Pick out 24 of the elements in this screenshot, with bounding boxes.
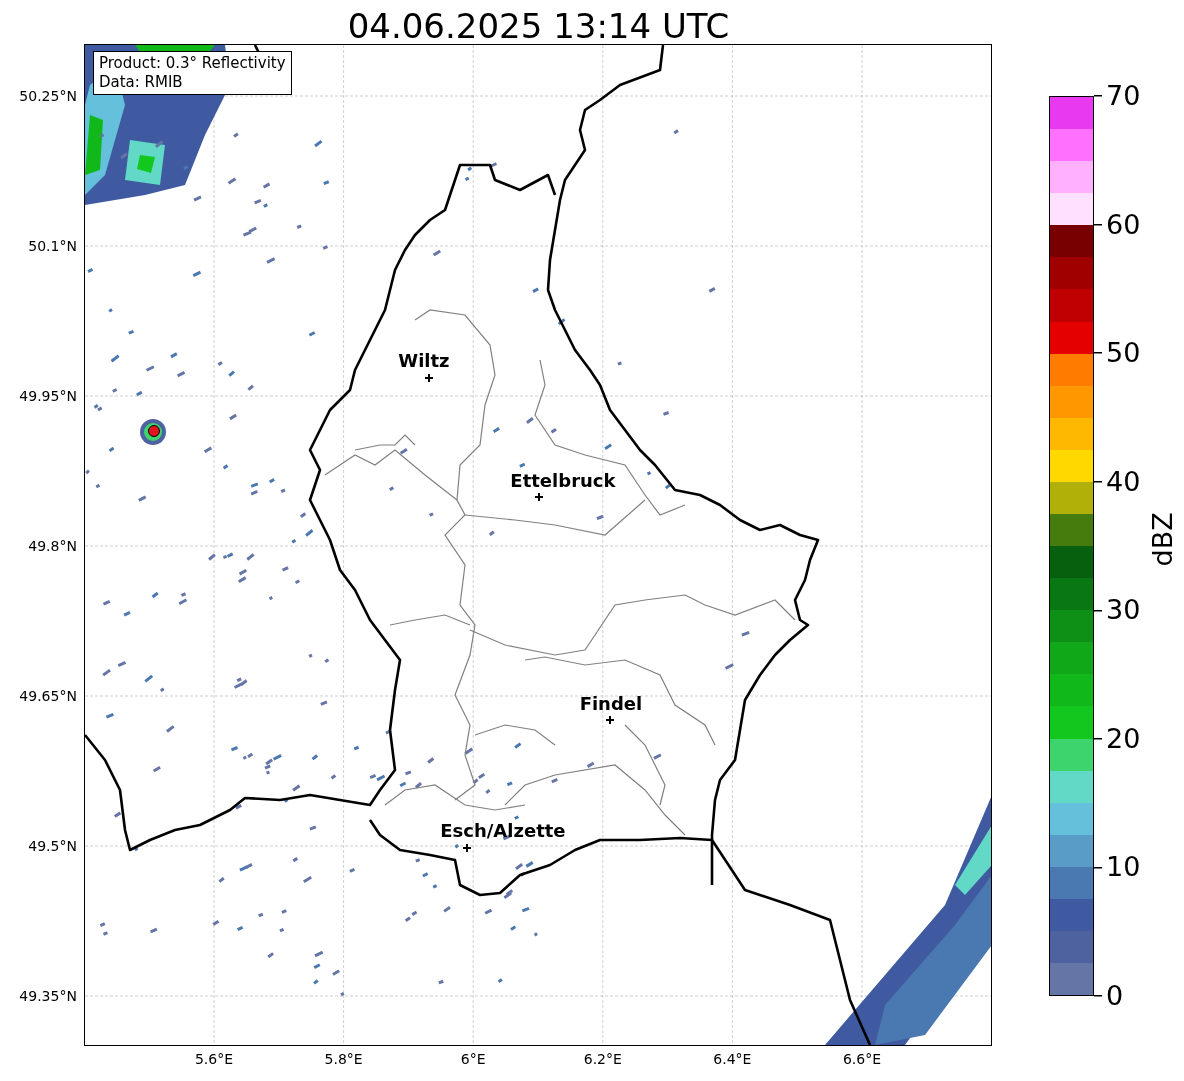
city-marker-icon	[534, 493, 543, 501]
info-text: Data: RMIB	[98, 73, 184, 92]
city-marker-icon	[462, 844, 471, 852]
axis-tick-label: 6°E	[460, 1051, 486, 1067]
axis-tick-label: 6.6°E	[842, 1051, 882, 1067]
axis-tick-label: 49.5°N	[28, 837, 77, 855]
axis-tick-label: 50.25°N	[19, 87, 77, 105]
axis-tick-label: 49.35°N	[19, 987, 77, 1005]
city-label: Esch/Alzette	[440, 822, 566, 840]
city-label: Ettelbruck	[510, 472, 616, 490]
axis-tick-label: 50.1°N	[28, 237, 77, 255]
axis-tick-label: 5.6°E	[194, 1051, 234, 1067]
info-text: Product: 0.3° Reflectivity	[98, 54, 286, 73]
city-marker-icon	[605, 716, 614, 724]
axis-tick-label: 5.8°E	[324, 1051, 363, 1067]
city-marker-icon	[424, 374, 433, 382]
axis-tick-label: 49.95°N	[19, 387, 77, 405]
axis-tick-label: 49.65°N	[19, 687, 77, 705]
axis-tick-label: 6.2°E	[583, 1051, 622, 1067]
city-label: Findel	[579, 695, 643, 713]
chart-title: 04.06.2025 13:14 UTC	[346, 5, 731, 45]
city-label: Wiltz	[398, 352, 450, 370]
axis-tick-label: 6.4°E	[713, 1051, 752, 1067]
axis-tick-label: 49.8°N	[28, 537, 77, 555]
